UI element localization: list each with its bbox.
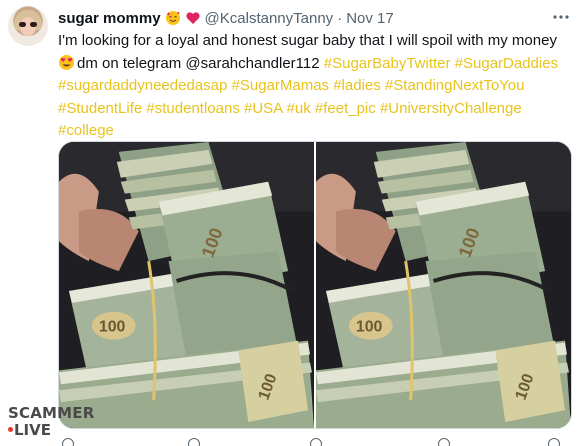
hashtag-link[interactable]: #college — [58, 122, 114, 139]
hashtag-link[interactable]: #feet_pic — [315, 100, 376, 117]
smiling-face-with-hearts-icon — [165, 10, 181, 26]
tweet-text-segment: dm on telegram @sarahchandler112 — [77, 54, 324, 72]
hashtag-link[interactable]: #UniversityChallenge — [380, 100, 522, 117]
tweet-photo[interactable]: 100 100 100 — [316, 142, 571, 428]
red-heart-icon — [185, 10, 201, 26]
scammer-live-watermark: SCAMMER LIVE — [8, 404, 98, 440]
money-stacks-photo: 100 100 100 — [316, 142, 571, 428]
hashtag-link[interactable]: #sugardaddyneededasap — [58, 77, 227, 94]
hashtag-link[interactable]: #uk — [287, 100, 311, 117]
hashtag-link[interactable]: #studentloans — [146, 100, 239, 117]
tweet-text-line: #sugardaddyneededasap #SugarMamas #ladie… — [58, 75, 574, 98]
hashtag-link[interactable]: #USA — [244, 100, 282, 117]
retweet-icon[interactable] — [188, 438, 200, 446]
media-grid: 100 100 100 100 100 100 — [58, 141, 572, 429]
watermark-line1: SCAMMER — [8, 404, 95, 422]
tweet-card[interactable]: sugar mommy @KcalstannyTanny · Nov 17 I'… — [0, 0, 577, 446]
tweet-text: I'm looking for a loyal and honest sugar… — [58, 30, 574, 143]
tweet-text-line: #StudentLife #studentloans #USA #uk #fee… — [58, 98, 574, 121]
hashtag-link[interactable]: #SugarDaddies — [455, 55, 558, 72]
tweet-text-line: I'm looking for a loyal and honest sugar… — [58, 32, 557, 49]
money-stacks-photo: 100 100 100 — [59, 142, 314, 428]
views-icon[interactable] — [438, 438, 450, 446]
hashtag-link[interactable]: #ladies — [333, 77, 381, 94]
hashtag-link[interactable]: #SugarMamas — [232, 77, 330, 94]
tweet-text-line: #college — [58, 120, 574, 143]
bill-label: 100 — [99, 319, 126, 336]
tweet-text-line: dm on telegram @sarahchandler112 #SugarB… — [58, 53, 574, 76]
watermark-dot — [8, 427, 13, 432]
tweet-header: sugar mommy @KcalstannyTanny · Nov 17 — [58, 8, 394, 28]
tweet-date[interactable]: Nov 17 — [346, 10, 394, 27]
ellipsis-icon[interactable] — [552, 8, 570, 26]
display-name[interactable]: sugar mommy — [58, 10, 161, 27]
like-icon[interactable] — [310, 438, 322, 446]
sunglasses-icon — [19, 22, 37, 27]
bill-label: 100 — [356, 319, 383, 336]
reply-icon[interactable] — [62, 438, 74, 446]
separator-dot: · — [337, 9, 343, 27]
tweet-photo[interactable]: 100 100 100 — [59, 142, 314, 428]
share-icon[interactable] — [548, 438, 560, 446]
heart-eyes-emoji-icon — [58, 54, 75, 71]
watermark-line2: LIVE — [14, 421, 51, 439]
hashtag-link[interactable]: #StudentLife — [58, 100, 142, 117]
hashtag-link[interactable]: #StandingNextToYou — [385, 77, 525, 94]
user-handle[interactable]: @KcalstannyTanny — [205, 10, 334, 27]
hashtag-link[interactable]: #SugarBabyTwitter — [324, 55, 451, 72]
avatar[interactable] — [8, 6, 48, 46]
